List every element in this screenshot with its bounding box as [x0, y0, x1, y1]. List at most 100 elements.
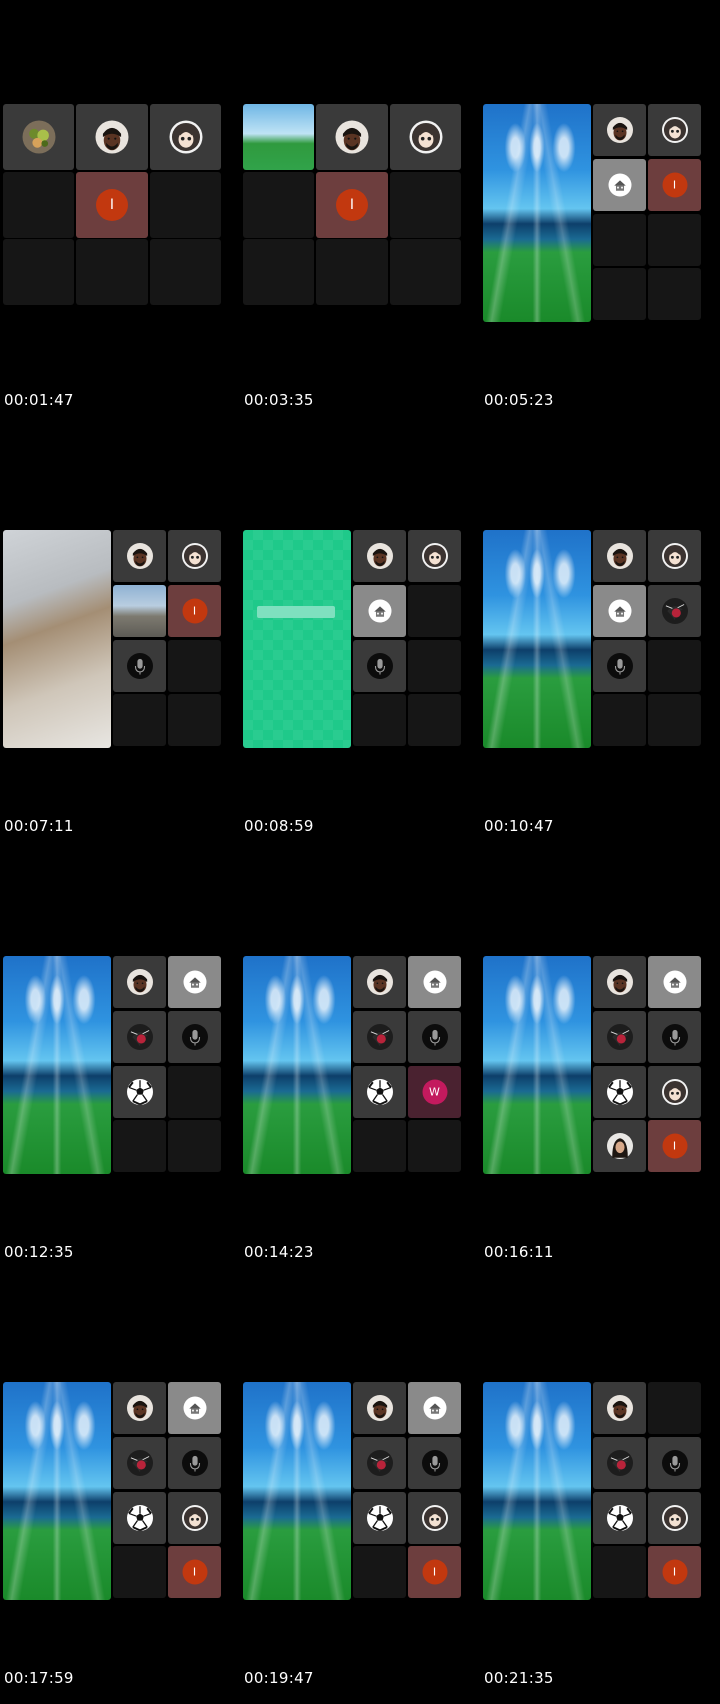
participant-tile[interactable]	[648, 585, 701, 637]
participant-tile[interactable]	[113, 1011, 166, 1063]
participant-tile[interactable]	[113, 1382, 166, 1434]
participant-tile[interactable]	[593, 1066, 646, 1118]
participant-tile[interactable]: W	[408, 1066, 461, 1118]
participant-tile[interactable]	[168, 956, 221, 1008]
salad-photo-icon	[22, 120, 55, 154]
microphone-icon	[366, 653, 393, 679]
empty-tile	[408, 1120, 461, 1172]
participant-tile[interactable]	[168, 1382, 221, 1434]
stadium-video-tile[interactable]	[483, 1382, 591, 1600]
soccer-ball-icon	[606, 1079, 633, 1105]
stadium-lights	[483, 530, 591, 748]
participant-tile[interactable]	[3, 104, 74, 170]
participant-tile[interactable]	[353, 1492, 406, 1544]
participant-tile[interactable]	[648, 1011, 701, 1063]
participant-tile[interactable]	[408, 1382, 461, 1434]
house-icon	[183, 970, 206, 994]
participant-tile[interactable]	[353, 1011, 406, 1063]
participant-tile[interactable]	[593, 1382, 646, 1434]
empty-tile	[408, 585, 461, 637]
participant-tile[interactable]: I	[76, 172, 148, 238]
participant-tile[interactable]	[316, 104, 388, 170]
soccer-ball-icon	[366, 1079, 393, 1105]
participant-tile[interactable]	[648, 104, 701, 156]
timestamp-label: 00:21:35	[484, 1669, 554, 1687]
participant-tile[interactable]: I	[408, 1546, 461, 1598]
timestamp-label: 00:16:11	[484, 1243, 554, 1261]
participant-tile[interactable]	[353, 1437, 406, 1489]
stadium-video-tile[interactable]	[3, 956, 111, 1174]
participant-tile[interactable]	[593, 1011, 646, 1063]
participant-tile[interactable]	[593, 640, 646, 692]
participant-tile[interactable]	[353, 530, 406, 582]
screen-share-tile[interactable]	[243, 530, 351, 748]
participant-tile[interactable]	[408, 1011, 461, 1063]
participant-tile[interactable]	[408, 530, 461, 582]
stadium-video-tile[interactable]	[483, 530, 591, 748]
participant-tile[interactable]: I	[648, 1546, 701, 1598]
participant-tile[interactable]	[353, 1066, 406, 1118]
microphone-icon	[421, 1024, 448, 1050]
call-grid-frame	[243, 530, 479, 748]
stadium-video-tile[interactable]	[483, 104, 591, 322]
house-icon	[663, 970, 686, 994]
man-avatar-icon	[606, 1395, 633, 1421]
camera-video-tile[interactable]	[3, 530, 111, 748]
stadium-video-tile[interactable]	[243, 1382, 351, 1600]
dark-rose-avatar-icon	[606, 1024, 633, 1050]
participant-tile[interactable]	[168, 1011, 221, 1063]
participant-tile[interactable]	[593, 159, 646, 211]
participant-tile[interactable]	[353, 1382, 406, 1434]
participant-tile[interactable]	[168, 1437, 221, 1489]
participant-tile[interactable]	[150, 104, 221, 170]
participant-tile[interactable]	[593, 956, 646, 1008]
participant-tile[interactable]	[353, 956, 406, 1008]
participant-tile[interactable]	[113, 1492, 166, 1544]
participant-tile[interactable]	[593, 1492, 646, 1544]
participant-tile[interactable]	[593, 1120, 646, 1172]
microphone-icon	[606, 653, 633, 679]
participant-tile[interactable]	[648, 956, 701, 1008]
participant-tile[interactable]	[113, 530, 166, 582]
empty-tile	[648, 268, 701, 320]
initial-avatar-i: I	[182, 1559, 207, 1585]
participant-tile[interactable]	[593, 585, 646, 637]
participant-tile[interactable]	[390, 104, 461, 170]
soccer-ball-icon	[126, 1079, 153, 1105]
city-video-tile[interactable]	[113, 585, 166, 637]
participant-tile[interactable]	[353, 585, 406, 637]
initial-avatar-i: I	[662, 172, 687, 198]
empty-tile	[648, 1382, 701, 1434]
participant-tile[interactable]	[113, 956, 166, 1008]
stadium-video-tile[interactable]	[243, 956, 351, 1174]
participant-tile[interactable]: I	[648, 159, 701, 211]
participant-tile[interactable]	[648, 1066, 701, 1118]
participant-tile[interactable]	[648, 1437, 701, 1489]
participant-tile[interactable]	[408, 1492, 461, 1544]
participant-tile[interactable]	[408, 1437, 461, 1489]
participant-tile[interactable]	[168, 1492, 221, 1544]
participant-tile[interactable]	[168, 530, 221, 582]
participant-tile[interactable]	[648, 1492, 701, 1544]
participant-tile[interactable]	[353, 640, 406, 692]
stadium-video-tile[interactable]	[483, 956, 591, 1174]
participant-tile[interactable]	[593, 530, 646, 582]
field-video-tile[interactable]	[243, 104, 314, 170]
participant-tile[interactable]: I	[648, 1120, 701, 1172]
participant-tile[interactable]	[648, 530, 701, 582]
participant-tile[interactable]	[408, 956, 461, 1008]
participant-tile[interactable]	[113, 1066, 166, 1118]
participant-tile[interactable]: I	[316, 172, 388, 238]
participant-tile[interactable]	[593, 1437, 646, 1489]
participant-tile[interactable]	[113, 1437, 166, 1489]
timestamp-label: 00:12:35	[4, 1243, 74, 1261]
timestamp-label: 00:05:23	[484, 391, 554, 409]
participant-tile[interactable]	[76, 104, 148, 170]
participant-tile[interactable]	[593, 104, 646, 156]
participant-tile[interactable]: I	[168, 585, 221, 637]
stadium-video-tile[interactable]	[3, 1382, 111, 1600]
participant-tile[interactable]: I	[168, 1546, 221, 1598]
dark-rose-avatar-icon	[366, 1450, 393, 1476]
participant-tile[interactable]	[113, 640, 166, 692]
woman-avatar-icon	[606, 1133, 633, 1159]
